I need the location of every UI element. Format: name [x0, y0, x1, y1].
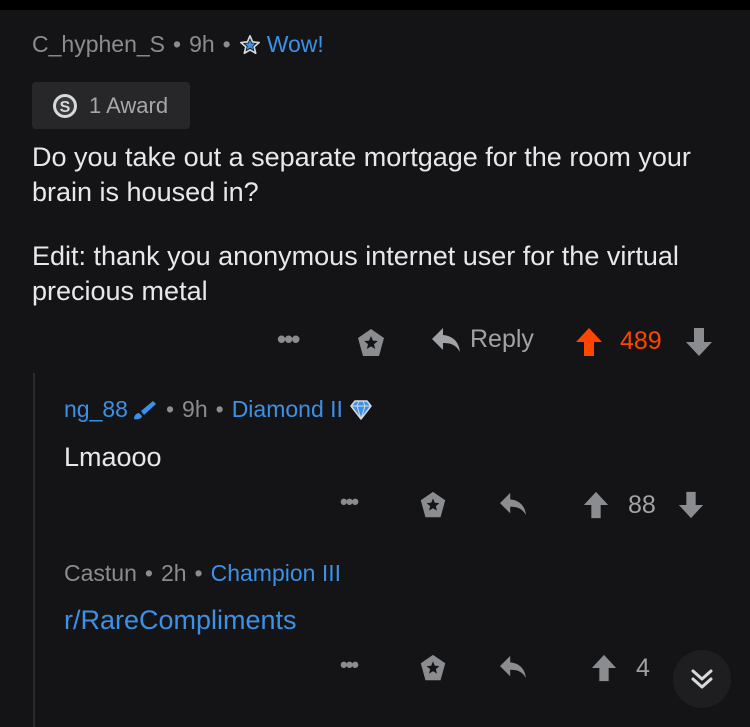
separator: • — [165, 396, 175, 422]
diamond-icon — [350, 399, 372, 420]
reply-button[interactable] — [498, 654, 528, 680]
comment-1-score: 489 — [620, 327, 662, 355]
comment-3-time: 2h — [160, 560, 187, 586]
reply-label: Reply — [470, 325, 534, 353]
comment-2-time: 9h — [182, 396, 208, 422]
comment-2-author[interactable]: ng_88 — [64, 396, 128, 423]
comment-2-body: Lmaooo — [64, 442, 162, 472]
more-options-icon[interactable]: ••• — [277, 324, 300, 355]
comment-1-meta: C_hyphen_S • 9h • Wow! — [32, 31, 324, 58]
comment-3-meta: Castun • 2h • Champion III — [64, 560, 341, 587]
comment-2-score: 88 — [628, 491, 656, 519]
comment-3-score: 4 — [636, 654, 650, 682]
award-icon — [358, 329, 384, 356]
upvote-button[interactable] — [590, 653, 618, 683]
comment-3-author[interactable]: Castun — [64, 560, 137, 587]
downvote-icon — [678, 491, 704, 519]
upvote-icon — [583, 491, 609, 519]
comment-1-author[interactable]: C_hyphen_S — [32, 31, 165, 58]
upvote-button[interactable] — [582, 490, 610, 520]
comment-1-actions: ••• Reply 489 — [0, 322, 750, 362]
award-icon — [420, 491, 446, 518]
separator: • — [144, 560, 153, 586]
svg-text:S: S — [60, 99, 71, 116]
flair-text: Diamond II — [231, 396, 343, 422]
separator: • — [194, 560, 203, 586]
flair-text: Wow! — [266, 31, 324, 57]
comment-3-flair: Champion III — [211, 560, 341, 587]
separator: • — [222, 31, 231, 57]
comment-1-paragraph: Do you take out a separate mortgage for … — [32, 142, 691, 207]
reply-icon — [432, 327, 460, 352]
reply-icon — [500, 655, 526, 679]
comment-1-time: 9h — [189, 31, 215, 57]
award-button[interactable] — [354, 326, 388, 360]
comment-1-flair: Wow! — [239, 31, 324, 58]
star-badge-icon — [239, 34, 260, 54]
paintbrush-icon — [133, 400, 156, 419]
comment-3-body[interactable]: r/RareCompliments — [64, 603, 297, 638]
comment-2-actions: ••• 88 — [0, 487, 750, 527]
collapse-chevrons-icon — [691, 669, 713, 689]
award-count: 1 Award — [89, 92, 169, 118]
collapse-thread-button[interactable] — [673, 650, 731, 708]
upvote-icon — [591, 654, 617, 682]
reply-icon — [500, 492, 526, 516]
flair-text: Champion III — [210, 560, 341, 586]
comment-1-paragraph: Edit: thank you anonymous internet user … — [32, 241, 679, 306]
comment-3-actions: ••• 4 — [0, 650, 750, 690]
comment-2-meta: ng_88 • 9h • Diamond II — [64, 396, 379, 423]
more-options-icon[interactable]: ••• — [340, 652, 359, 678]
award-button[interactable] — [417, 652, 449, 684]
silver-coin-icon: S — [53, 93, 77, 118]
top-bar — [0, 0, 750, 10]
separator: • — [215, 396, 224, 422]
award-icon — [420, 654, 446, 681]
downvote-icon — [686, 328, 712, 356]
downvote-button[interactable] — [684, 326, 714, 358]
downvote-button[interactable] — [677, 490, 705, 520]
reply-button[interactable] — [498, 491, 528, 517]
more-options-icon[interactable]: ••• — [340, 489, 359, 515]
upvote-button[interactable] — [574, 326, 604, 358]
comment-2-flair: Diamond II — [232, 396, 379, 423]
award-badge[interactable]: S 1 Award — [32, 82, 190, 129]
upvote-icon — [576, 328, 602, 356]
award-button[interactable] — [417, 489, 449, 521]
reply-button[interactable]: Reply — [430, 325, 534, 354]
comment-1-body: Do you take out a separate mortgage for … — [32, 140, 712, 309]
separator: • — [173, 31, 182, 57]
